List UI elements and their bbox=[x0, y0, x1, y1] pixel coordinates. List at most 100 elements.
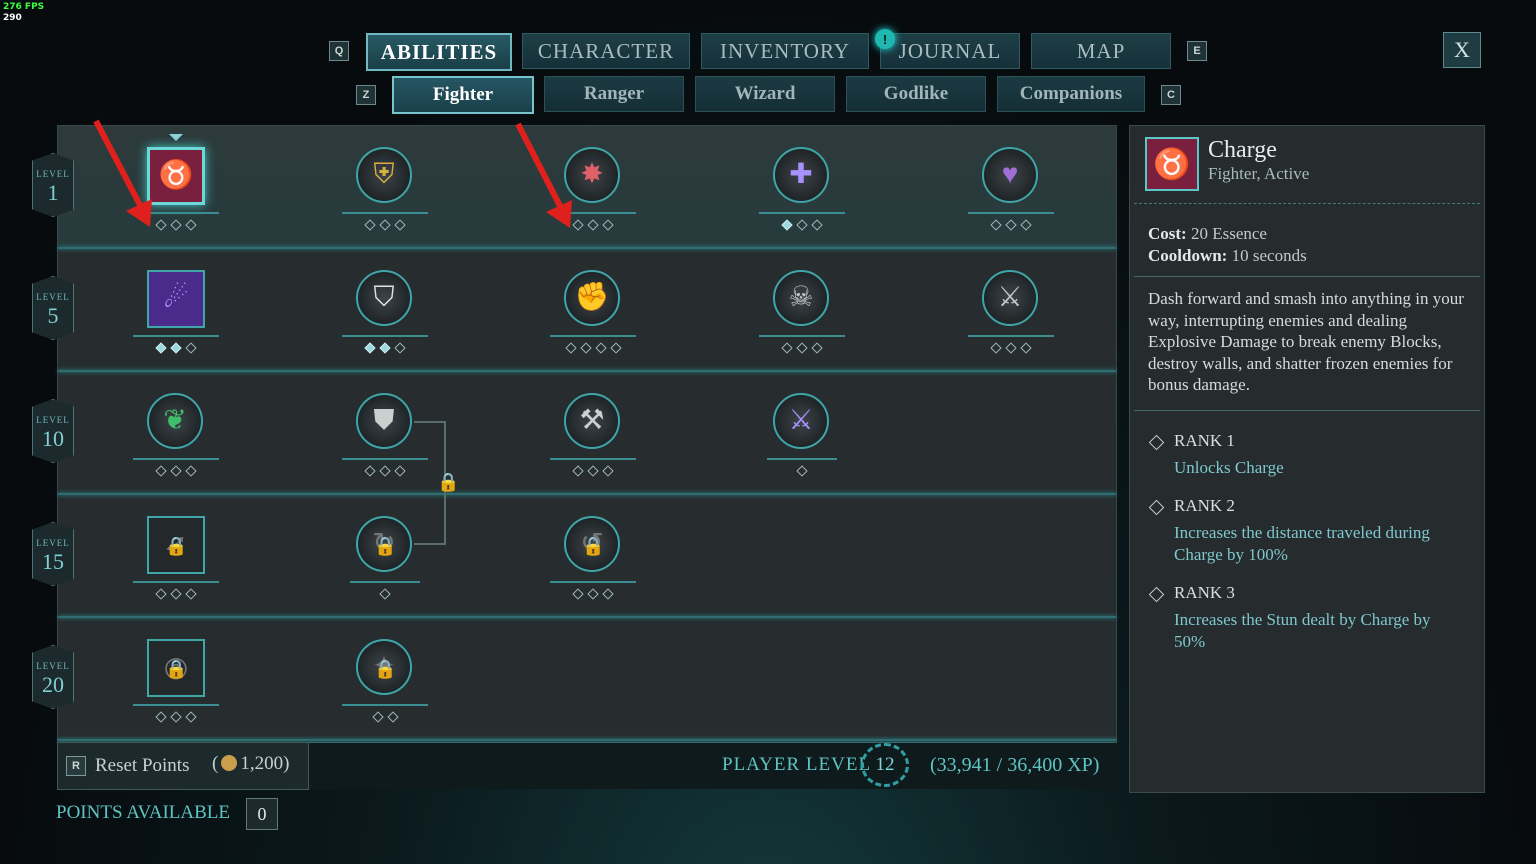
prerequisite-connector bbox=[414, 421, 445, 423]
rank-pip-icon bbox=[170, 342, 182, 354]
ability-underline bbox=[133, 458, 219, 460]
rank-pip-icon bbox=[579, 342, 592, 354]
ability-underline bbox=[342, 458, 428, 460]
subtab-godlike[interactable]: Godlike bbox=[846, 76, 986, 112]
rank-pip-icon bbox=[602, 465, 614, 477]
key-r-hint: R bbox=[66, 756, 86, 776]
battle-axe-icon: ⚔ bbox=[997, 282, 1023, 313]
ability-node[interactable]: ↻ 🔒 bbox=[356, 516, 414, 574]
ability-node[interactable]: ⛉ bbox=[356, 270, 414, 328]
prerequisite-connector bbox=[414, 543, 445, 545]
key-e-hint[interactable]: E bbox=[1187, 41, 1207, 61]
rank-pip-icon bbox=[394, 465, 406, 477]
key-z-hint[interactable]: Z bbox=[356, 85, 376, 105]
ability-underline bbox=[350, 581, 420, 583]
whirl-hammer-icon: ⚒ bbox=[579, 405, 605, 436]
ability-node[interactable]: ↺ 🔒 bbox=[564, 516, 622, 574]
points-available-value: 0 bbox=[246, 798, 278, 830]
ability-node[interactable]: ⛊ bbox=[356, 393, 414, 451]
rank-pip-icon bbox=[609, 342, 622, 354]
key-q-hint[interactable]: Q bbox=[329, 41, 349, 61]
selected-indicator-icon bbox=[169, 134, 183, 141]
rank-pip-icon bbox=[185, 465, 197, 477]
ability-node[interactable]: ♥ bbox=[982, 147, 1040, 205]
ability-node[interactable]: ➹ 🔒 bbox=[147, 516, 205, 574]
rank-pip-icon bbox=[170, 465, 182, 477]
rank-pip-icon bbox=[587, 465, 599, 477]
tab-character[interactable]: CHARACTER bbox=[522, 33, 690, 69]
row-divider bbox=[58, 493, 1116, 495]
subtab-wizard[interactable]: Wizard bbox=[695, 76, 835, 112]
rank-pip-icon bbox=[781, 342, 793, 354]
rank-pip-icon bbox=[155, 465, 167, 477]
tab-journal[interactable]: JOURNAL bbox=[880, 33, 1020, 69]
rank-pip-icon bbox=[170, 219, 182, 231]
subtab-ranger[interactable]: Ranger bbox=[544, 76, 684, 112]
tab-map[interactable]: MAP bbox=[1031, 33, 1171, 69]
rank-pips bbox=[543, 588, 643, 600]
broken-shield-icon: ⛉ bbox=[373, 282, 395, 313]
rank-pips bbox=[126, 465, 226, 477]
ability-node[interactable]: ✊ bbox=[564, 270, 622, 328]
rank-pips bbox=[961, 219, 1061, 231]
ability-node[interactable]: ❦ bbox=[147, 393, 205, 451]
ability-underline bbox=[968, 335, 1054, 337]
rank-pip-icon bbox=[811, 219, 823, 231]
purple-strike-icon: ☄ bbox=[163, 283, 189, 314]
rank-pip-icon bbox=[1020, 219, 1032, 231]
rank-pip-icon bbox=[155, 711, 167, 723]
golden-shield-icon: ⛨ bbox=[373, 159, 395, 190]
row-divider bbox=[58, 370, 1116, 372]
rank-pips bbox=[752, 219, 852, 231]
rank-pip-icon bbox=[781, 219, 793, 231]
ability-node[interactable]: ✦ 🔒 bbox=[356, 639, 414, 697]
level-marker-20: LEVEL 20 bbox=[32, 645, 74, 709]
divider bbox=[1134, 203, 1480, 208]
lock-icon: 🔒 bbox=[582, 536, 605, 556]
ability-node[interactable]: ☄ bbox=[147, 270, 205, 328]
rank-pip-icon bbox=[564, 342, 577, 354]
rank-pips bbox=[335, 711, 435, 723]
ability-node[interactable]: ⛨ bbox=[356, 147, 414, 205]
lock-icon: 🔒 bbox=[374, 659, 397, 679]
rank-pips bbox=[752, 342, 852, 354]
ability-node[interactable]: ◎ 🔒 bbox=[147, 639, 205, 697]
rank-pips bbox=[126, 588, 226, 600]
rank-pip-icon bbox=[155, 342, 167, 354]
ability-underline bbox=[550, 335, 636, 337]
ability-detail-panel: ♉ Charge Fighter, Active Cost: 20 Essenc… bbox=[1129, 125, 1485, 793]
tab-inventory[interactable]: INVENTORY bbox=[701, 33, 869, 69]
ability-node[interactable]: ⚔ bbox=[982, 270, 1040, 328]
rank-pip-icon bbox=[796, 342, 808, 354]
fist-icon: ✊ bbox=[574, 282, 610, 313]
player-level-value: 12 bbox=[861, 743, 909, 787]
bull-head-icon: ♉ bbox=[158, 160, 194, 191]
reset-points-button[interactable]: R Reset Points (1,200) bbox=[57, 742, 309, 790]
close-button[interactable]: X bbox=[1443, 32, 1481, 68]
ability-node[interactable]: ☠ bbox=[773, 270, 831, 328]
ability-node[interactable]: ⚒ bbox=[564, 393, 622, 451]
rank-pips bbox=[335, 465, 435, 477]
key-c-hint[interactable]: C bbox=[1161, 85, 1181, 105]
rank-pip-icon bbox=[811, 342, 823, 354]
rank-pip-icon bbox=[170, 588, 182, 600]
rank-pip-icon bbox=[364, 342, 376, 354]
rank-pip-icon bbox=[394, 219, 406, 231]
rank-pip-icon bbox=[796, 465, 808, 477]
rank-pip-icon bbox=[155, 588, 167, 600]
subtab-fighter[interactable]: Fighter bbox=[392, 76, 534, 114]
ability-node[interactable]: ⚔ bbox=[773, 393, 831, 451]
ability-node[interactable]: ✚ bbox=[773, 147, 831, 205]
rank-pip-icon bbox=[1005, 219, 1017, 231]
rank-pips bbox=[335, 219, 435, 231]
rank-pip-icon bbox=[185, 219, 197, 231]
bull-head-icon: ♉ bbox=[1145, 137, 1199, 191]
tab-abilities[interactable]: ABILITIES bbox=[366, 33, 512, 71]
rank-pip-icon bbox=[379, 465, 391, 477]
rank-pip-icon bbox=[364, 219, 376, 231]
rank-pip-icon bbox=[572, 465, 584, 477]
subtab-companions[interactable]: Companions bbox=[997, 76, 1145, 112]
ability-cost: Cost: 20 Essence bbox=[1148, 224, 1267, 243]
ability-underline bbox=[342, 335, 428, 337]
rank-pips bbox=[752, 465, 852, 477]
